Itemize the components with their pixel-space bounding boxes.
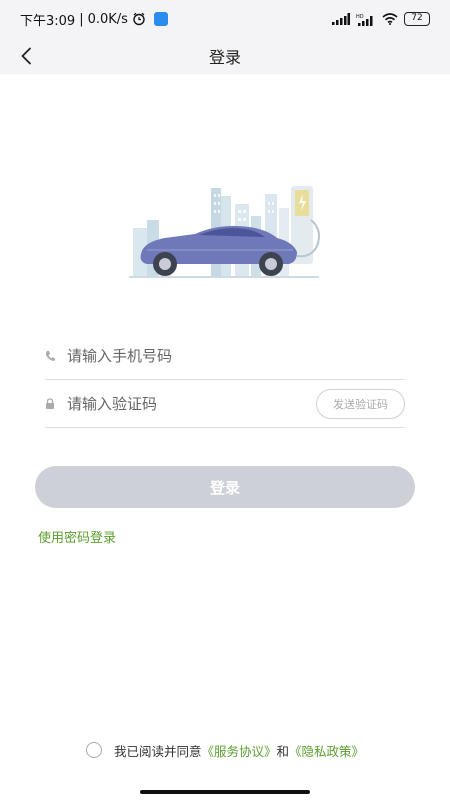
password-login-link[interactable]: 使用密码登录 — [38, 527, 116, 546]
back-button[interactable] — [10, 40, 42, 72]
alarm-icon — [133, 12, 145, 26]
status-net-speed: 0.0K/s — [87, 11, 128, 27]
service-agreement-link[interactable]: 《服务协议》 — [201, 741, 276, 760]
car-charging-illustration — [129, 186, 320, 278]
svg-text:HD: HD — [356, 14, 364, 20]
app-notification-icon — [153, 12, 168, 26]
nav-bar: 登录 — [0, 38, 450, 74]
battery-icon: 72 — [404, 12, 430, 26]
page-title: 登录 — [208, 48, 241, 67]
status-left: 下午3:09 | 0.0K/s — [20, 10, 168, 29]
hd-signal-icon: HD — [356, 14, 373, 26]
agreement-prefix: 我已阅读并同意 — [113, 743, 202, 759]
phone-icon — [45, 350, 67, 362]
agreement-checkbox[interactable] — [85, 742, 102, 758]
signal-icon — [332, 13, 350, 25]
home-indicator[interactable] — [140, 790, 310, 794]
verification-code-input[interactable] — [67, 380, 316, 427]
status-separator: | — [79, 11, 84, 27]
login-button[interactable]: 登录 — [35, 466, 415, 508]
status-time: 下午3:09 — [20, 13, 76, 29]
privacy-policy-link[interactable]: 《隐私政策》 — [289, 741, 364, 760]
phone-input[interactable] — [67, 332, 405, 379]
phone-field — [45, 332, 405, 380]
verification-code-field: 发送验证码 — [45, 380, 405, 428]
status-right: HD 72 — [332, 12, 430, 26]
send-code-button[interactable]: 发送验证码 — [316, 388, 405, 419]
wifi-icon — [382, 13, 398, 25]
agreement-row: 我已阅读并同意 《服务协议》 和 《隐私政策》 — [0, 740, 450, 760]
agreement-and: 和 — [276, 743, 290, 759]
chevron-left-icon — [21, 47, 31, 65]
lock-icon — [45, 398, 67, 409]
status-bar: 下午3:09 | 0.0K/s HD 72 — [0, 0, 450, 38]
